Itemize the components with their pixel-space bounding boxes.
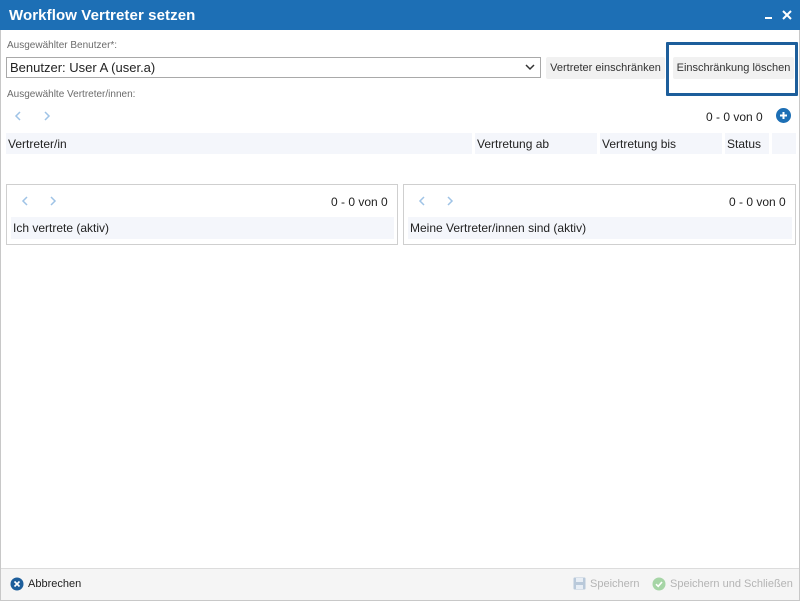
save-button[interactable]: Speichern (573, 577, 640, 590)
column-header-actions (772, 133, 796, 154)
window-title: Workflow Vertreter setzen (9, 6, 196, 24)
minimize-button[interactable] (762, 6, 776, 24)
title-bar: Workflow Vertreter setzen (0, 0, 800, 30)
chevron-right-icon (44, 111, 51, 121)
user-field-label: Ausgewählter Benutzer*: (7, 40, 118, 51)
panel-right-header: Meine Vertreter/innen sind (aktiv) (408, 217, 792, 239)
save-icon (573, 577, 586, 590)
panel-right-count: 0 - 0 von 0 (729, 195, 786, 209)
plus-icon (780, 112, 787, 119)
pager-prev-button[interactable] (415, 194, 429, 208)
save-and-close-label: Speichern und Schließen (670, 578, 793, 590)
close-icon (782, 10, 792, 20)
chevron-right-icon (447, 196, 454, 206)
panel-left-header: Ich vertrete (aktiv) (11, 217, 394, 239)
cancel-button[interactable]: Abbrechen (10, 577, 81, 591)
panel-left-count: 0 - 0 von 0 (331, 195, 388, 209)
restrict-substitutes-button[interactable]: Vertreter einschränken (546, 57, 665, 79)
chevron-right-icon (50, 196, 57, 206)
pager-prev-button[interactable] (18, 194, 32, 208)
column-header-until[interactable]: Vertretung bis (600, 133, 722, 154)
user-select-value: Benutzer: User A (user.a) (10, 60, 156, 75)
window-controls (762, 6, 794, 24)
save-label: Speichern (590, 577, 640, 590)
save-and-close-button[interactable]: Speichern und Schließen (652, 577, 793, 591)
pager-next-button[interactable] (40, 109, 54, 123)
chevron-left-icon (21, 196, 28, 206)
pager-next-button[interactable] (46, 194, 60, 208)
chevron-down-icon (524, 61, 536, 76)
close-button[interactable] (780, 6, 794, 24)
column-header-from[interactable]: Vertretung ab (475, 133, 597, 154)
add-substitute-button[interactable] (776, 108, 791, 123)
clear-restriction-button[interactable]: Einschränkung löschen (673, 57, 794, 79)
footer-bar: Abbrechen Speichern Speichern und Schlie… (1, 568, 799, 600)
substitutes-count: 0 - 0 von 0 (706, 110, 763, 124)
pager-next-button[interactable] (443, 194, 457, 208)
cancel-icon (10, 577, 24, 591)
chevron-left-icon (418, 196, 425, 206)
column-header-substitute[interactable]: Vertreter/in (6, 133, 472, 154)
substitutes-label: Ausgewählte Vertreter/innen: (7, 89, 136, 100)
minimize-icon (765, 17, 772, 19)
window-frame (0, 30, 800, 601)
check-circle-icon (652, 577, 666, 591)
column-header-status[interactable]: Status (725, 133, 769, 154)
pager-prev-button[interactable] (11, 109, 25, 123)
panel-my-substitutes: 0 - 0 von 0 Meine Vertreter/innen sind (… (403, 184, 796, 245)
chevron-left-icon (14, 111, 21, 121)
panel-i-substitute: 0 - 0 von 0 Ich vertrete (aktiv) (6, 184, 398, 245)
user-select[interactable]: Benutzer: User A (user.a) (6, 57, 541, 78)
cancel-label: Abbrechen (28, 578, 82, 590)
